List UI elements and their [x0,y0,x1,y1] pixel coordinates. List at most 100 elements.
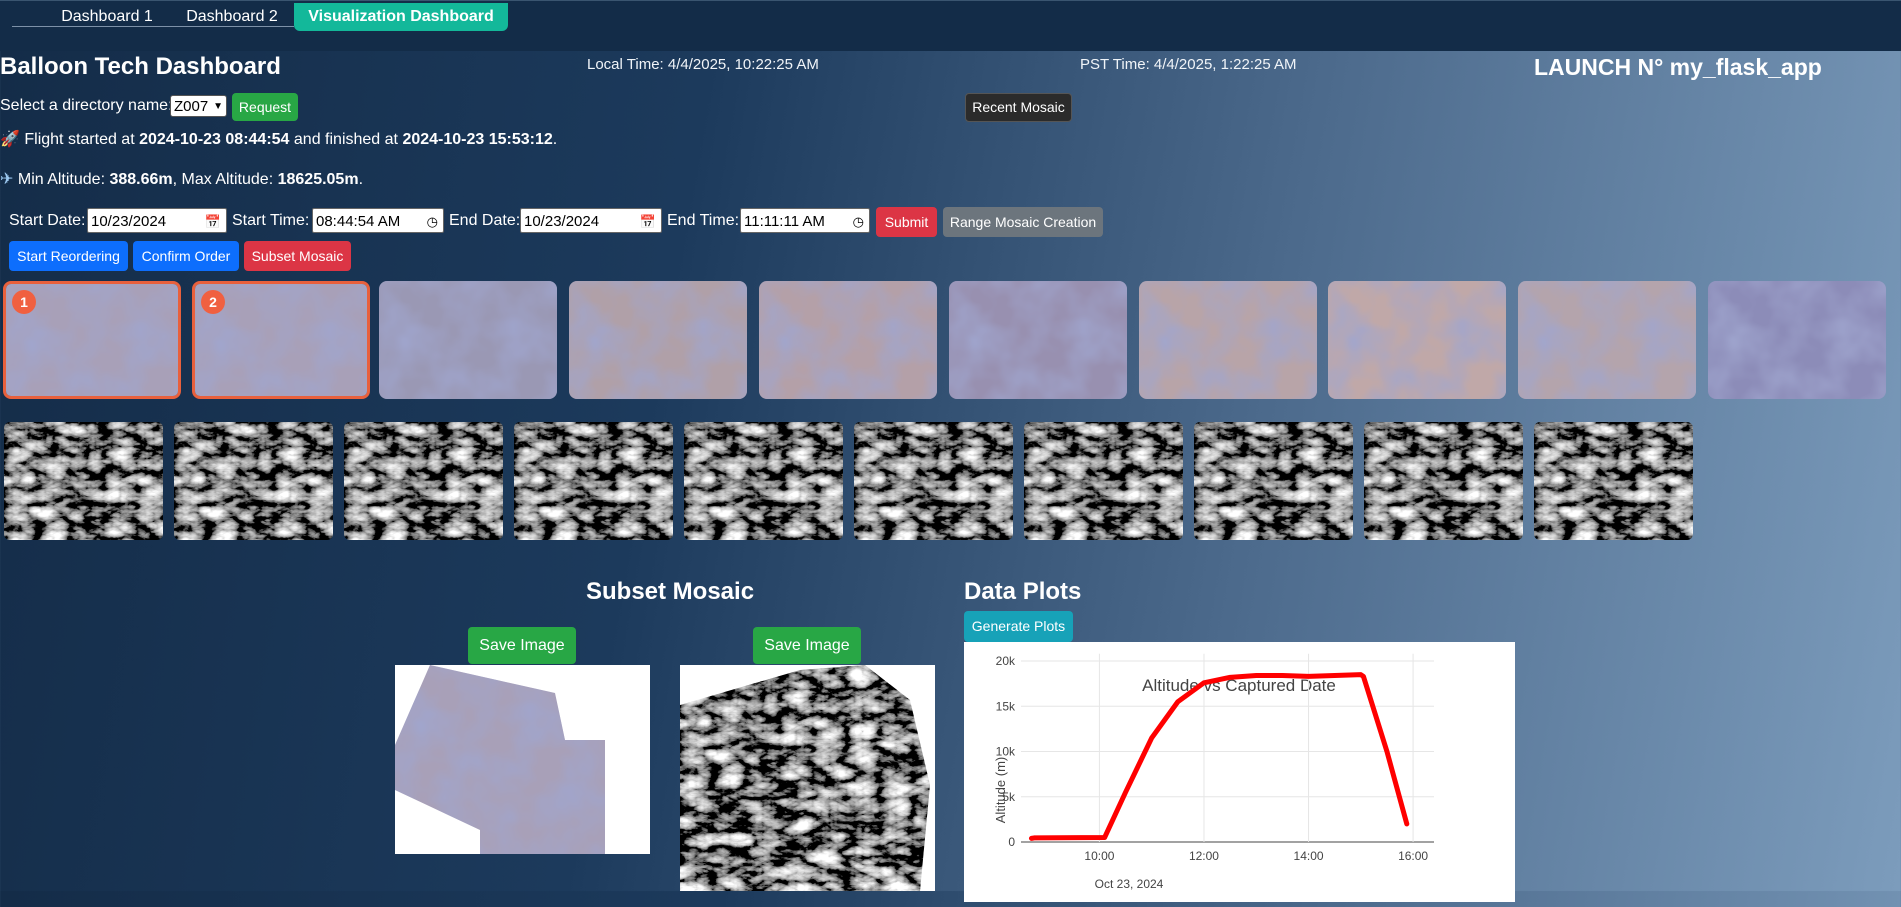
min-altitude: 388.66m [109,171,173,188]
rocket-icon: 🚀 [0,131,20,148]
start-time-input[interactable]: 08:44:54 AM ◷ [312,208,444,233]
end-date-value: 10/23/2024 [524,213,600,230]
satellite-thumbnail[interactable] [1328,281,1506,399]
chart-y-tick-label: 10k [996,745,1016,759]
flight-prefix: Flight started at [24,131,135,148]
subset-mosaic-hillshade [680,665,935,891]
satellite-image [1518,281,1696,399]
chart-y-tick-label: 0 [1008,835,1015,849]
hillshade-thumbnail[interactable] [1194,422,1353,540]
local-time: Local Time: 4/4/2025, 10:22:25 AM [587,56,819,73]
hillshade-image [174,422,333,540]
satellite-thumbnail[interactable]: 2 [192,281,370,399]
start-date-value: 10/23/2024 [91,213,167,230]
satellite-image [949,281,1127,399]
start-date-label: Start Date: [9,212,86,229]
page-title: Balloon Tech Dashboard [0,53,281,80]
chart-y-tick-label: 15k [996,699,1016,713]
hillshade-thumbnail[interactable] [514,422,673,540]
altitude-chart: Altitude vs Captured Date Altitude (m) O… [964,642,1515,902]
satellite-image [1139,281,1317,399]
subset-mosaic-satellite [395,665,650,854]
submit-button[interactable]: Submit [876,207,937,237]
end-time-value: 11:11:11 AM [744,213,825,230]
hillshade-thumbnail[interactable] [174,422,333,540]
hillshade-image [1534,422,1693,540]
data-plots-title: Data Plots [964,578,1082,605]
directory-select-value: Z007 [174,98,209,115]
altitude-suffix: . [358,171,364,188]
hillshade-thumbnail[interactable] [1364,422,1523,540]
hillshade-image [1364,422,1523,540]
tab-dashboard-2[interactable]: Dashboard 2 [176,3,288,31]
satellite-image [1708,281,1886,399]
hillshade-thumbnail[interactable] [684,422,843,540]
satellite-thumbnail[interactable] [1708,281,1886,399]
satellite-thumbnail[interactable] [569,281,747,399]
chart-x-sublabel: Oct 23, 2024 [1095,877,1164,891]
recent-mosaic-button[interactable]: Recent Mosaic [965,93,1072,122]
clock-icon[interactable]: ◷ [853,209,864,234]
calendar-icon[interactable]: 📅 [205,209,221,234]
satellite-thumbnail[interactable] [949,281,1127,399]
tab-dashboard-1[interactable]: Dashboard 1 [52,3,162,31]
tab-visualization-dashboard[interactable]: Visualization Dashboard [294,3,508,31]
satellite-image [1328,281,1506,399]
start-reordering-button[interactable]: Start Reordering [9,241,128,271]
start-time-value: 08:44:54 AM [316,213,401,230]
flight-start: 2024-10-23 08:44:54 [139,131,290,148]
clock-icon[interactable]: ◷ [427,209,438,234]
hillshade-image [684,422,843,540]
altitude-chart-svg: Altitude vs Captured Date Altitude (m) O… [993,653,1434,891]
end-time-input[interactable]: 11:11:11 AM ◷ [740,208,870,233]
subset-mosaic-title: Subset Mosaic [586,578,755,605]
order-badge: 2 [201,290,225,314]
mosaic-satellite-image [395,665,605,854]
directory-select[interactable]: Z007 ▼ [170,95,227,117]
chart-x-tick-label: 16:00 [1398,849,1428,863]
satellite-thumbnail[interactable] [1518,281,1696,399]
generate-plots-button[interactable]: Generate Plots [964,611,1073,642]
satellite-image [759,281,937,399]
start-date-input[interactable]: 10/23/2024 📅 [87,208,227,233]
satellite-thumbnail[interactable] [379,281,557,399]
hillshade-image [4,422,163,540]
hillshade-thumbnail[interactable] [1024,422,1183,540]
subset-mosaic-button[interactable]: Subset Mosaic [244,241,351,271]
save-image-button[interactable]: Save Image [468,627,576,664]
end-date-label: End Date: [449,212,521,229]
satellite-thumbnail[interactable] [759,281,937,399]
end-date-input[interactable]: 10/23/2024 📅 [520,208,662,233]
satellite-image [569,281,747,399]
satellite-thumbnail[interactable]: 1 [3,281,181,399]
flight-end: 2024-10-23 15:53:12 [402,131,553,148]
flight-middle: and finished at [293,131,398,148]
chevron-down-icon: ▼ [213,101,223,112]
max-altitude-label: , Max Altitude: [172,171,274,188]
hillshade-thumbnail[interactable] [1534,422,1693,540]
calendar-icon[interactable]: 📅 [640,209,656,234]
min-altitude-label: Min Altitude: [17,171,106,188]
launch-title: LAUNCH N° my_flask_app [1534,54,1822,80]
start-time-label: Start Time: [232,212,310,229]
range-mosaic-button[interactable]: Range Mosaic Creation [943,207,1103,237]
hillshade-image [514,422,673,540]
hillshade-image [344,422,503,540]
satellite-image [379,281,557,399]
satellite-thumbnail[interactable] [1139,281,1317,399]
flight-suffix: . [552,131,558,148]
hillshade-thumbnail[interactable] [4,422,163,540]
altitude-info: ✈ Min Altitude: 388.66m, Max Altitude: 1… [0,169,363,189]
mosaic-hillshade-image [680,665,930,891]
order-badge: 1 [12,290,36,314]
hillshade-thumbnail[interactable] [854,422,1013,540]
chart-y-tick-label: 20k [996,654,1016,668]
request-button[interactable]: Request [232,93,298,121]
flight-info: 🚀 Flight started at 2024-10-23 08:44:54 … [0,129,557,149]
chart-series-line [1028,672,1410,841]
directory-label: Select a directory name: [0,97,173,114]
pst-time: PST Time: 4/4/2025, 1:22:25 AM [1080,56,1297,73]
confirm-order-button[interactable]: Confirm Order [133,241,239,271]
save-image-button[interactable]: Save Image [753,627,861,664]
hillshade-thumbnail[interactable] [344,422,503,540]
